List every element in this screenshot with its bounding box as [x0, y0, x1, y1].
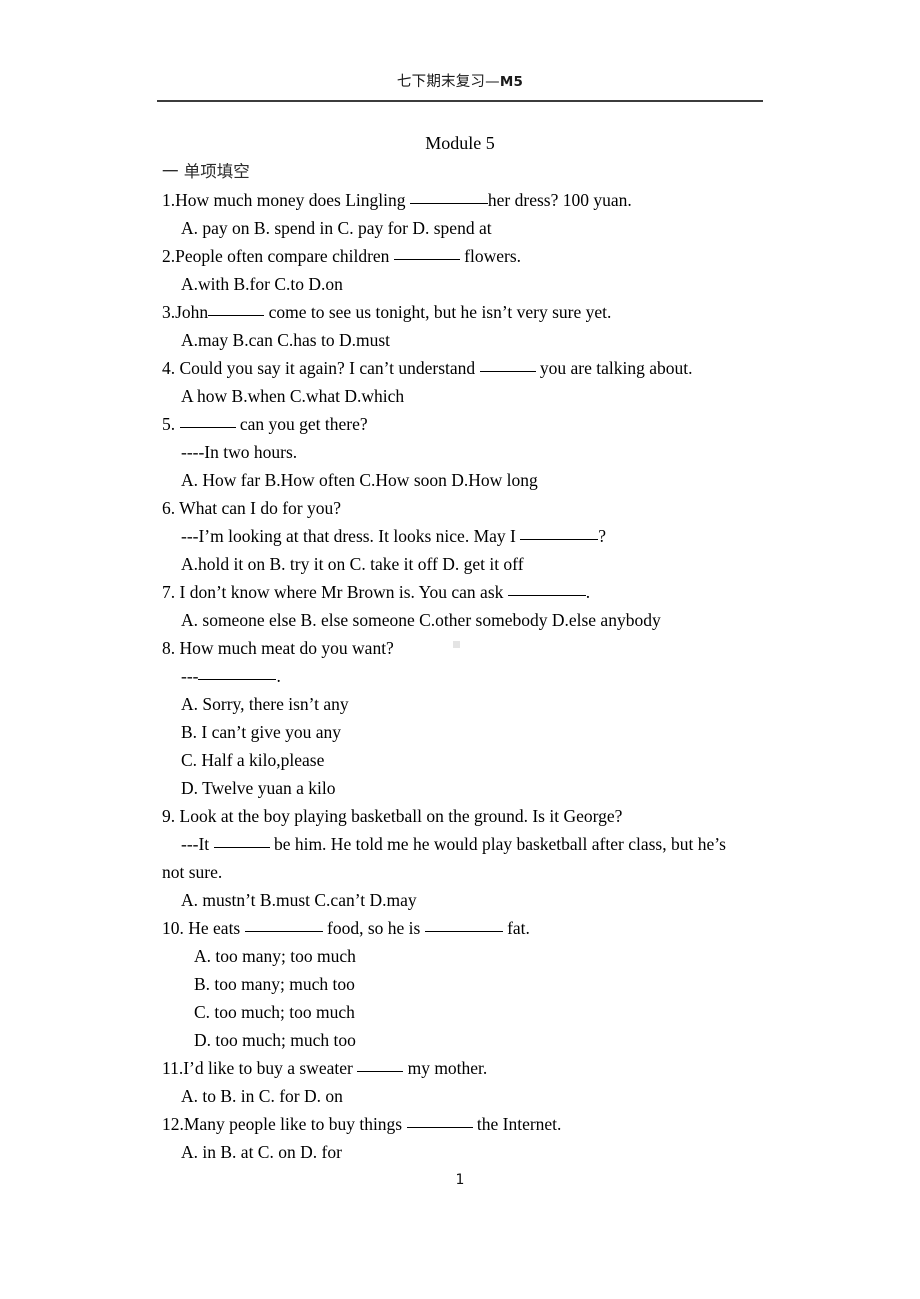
question-8-option-a: A. Sorry, there isn’t any [181, 694, 349, 714]
running-header-dash: — [485, 74, 500, 90]
question-9-reply: ---It be him. He told me he would play b… [181, 830, 782, 858]
question-9-reply-post: be him. He told me he would play basketb… [269, 834, 726, 854]
header-divider-rule [157, 100, 763, 102]
question-10-option-d: D. too much; much too [194, 1030, 356, 1050]
question-12-stem-pre: 12.Many people like to buy things [162, 1114, 407, 1134]
question-6-reply: ---I’m looking at that dress. It looks n… [181, 522, 782, 550]
question-11-stem-pre: 11.I’d like to buy a sweater [162, 1058, 358, 1078]
blank-underline [213, 834, 270, 848]
question-2-stem-post: flowers. [459, 246, 522, 266]
question-7-stem: 7. I don’t know where Mr Brown is. You c… [162, 578, 782, 606]
question-3-options: A.may B.can C.has to D.must [181, 330, 391, 350]
blank-underline [409, 190, 488, 204]
question-10-option-c: C. too much; too much [194, 1002, 355, 1022]
running-header-title-cn: 七下期末复习 [396, 74, 486, 90]
section-heading-multiple-choice: 一 单项填空 [162, 162, 250, 181]
question-8-option-b: B. I can’t give you any [181, 722, 342, 742]
blank-underline [357, 1058, 404, 1072]
question-4-options: A how B.when C.what D.which [181, 386, 405, 406]
blank-underline [479, 358, 536, 372]
question-6-options: A.hold it on B. try it on C. take it off… [181, 554, 524, 574]
question-2-options: A.with B.for C.to D.on [181, 274, 343, 294]
question-2-stem-pre: 2.People often compare children [162, 246, 394, 266]
question-4-stem-pre: 4. Could you say it again? I can’t under… [162, 358, 480, 378]
question-2-stem: 2.People often compare children flowers. [162, 242, 782, 270]
worksheet-body: 一 单项填空 1.How much money does Lingling he… [162, 158, 782, 1166]
blank-underline [424, 918, 503, 932]
question-7-options: A. someone else B. else someone C.other … [181, 610, 661, 630]
question-11-options: A. to B. in C. for D. on [181, 1086, 343, 1106]
running-header-title: 七下期末复习—M5 [157, 72, 763, 92]
question-5-stem-post: can you get there? [235, 414, 368, 434]
blank-underline [244, 918, 323, 932]
question-12-stem: 12.Many people like to buy things the In… [162, 1110, 782, 1138]
question-11-stem-post: my mother. [403, 1058, 488, 1078]
page-title: Module 5 [425, 133, 495, 153]
question-10-stem-pre: 10. He eats [162, 918, 245, 938]
question-6-stem: 6. What can I do for you? [162, 498, 341, 518]
question-5-reply: ----In two hours. [181, 442, 298, 462]
question-7-stem-post: . [585, 582, 591, 602]
scan-artifact-mark [453, 641, 460, 648]
question-9-reply-continuation: not sure. [162, 862, 223, 882]
question-9-options: A. mustn’t B.must C.can’t D.may [181, 890, 417, 910]
question-5-stem-pre: 5. [162, 414, 180, 434]
question-8-reply: ---. [181, 662, 782, 690]
question-1-stem-post: her dress? 100 yuan. [487, 190, 632, 210]
question-8-reply-pre: --- [181, 666, 199, 686]
blank-underline [406, 1114, 473, 1128]
question-10-stem-mid: food, so he is [322, 918, 425, 938]
blank-underline [393, 246, 460, 260]
question-8-option-d: D. Twelve yuan a kilo [181, 778, 336, 798]
question-5-stem: 5. can you get there? [162, 410, 782, 438]
question-6-reply-post: ? [598, 526, 607, 546]
page-number: 1 [455, 1172, 465, 1188]
question-9-stem: 9. Look at the boy playing basketball on… [162, 806, 623, 826]
running-header-module: M5 [499, 74, 524, 90]
question-1-options: A. pay on B. spend in C. pay for D. spen… [181, 218, 492, 238]
question-10-option-b: B. too many; much too [194, 974, 355, 994]
blank-underline [208, 302, 265, 316]
question-12-stem-post: the Internet. [472, 1114, 562, 1134]
question-3-stem: 3.John come to see us tonight, but he is… [162, 298, 782, 326]
question-10-stem: 10. He eats food, so he is fat. [162, 914, 782, 942]
running-header: 七下期末复习—M5 [157, 72, 763, 92]
question-8-option-c: C. Half a kilo,please [181, 750, 325, 770]
question-7-stem-pre: 7. I don’t know where Mr Brown is. You c… [162, 582, 508, 602]
question-4-stem-post: you are talking about. [535, 358, 693, 378]
question-5-options: A. How far B.How often C.How soon D.How … [181, 470, 538, 490]
document-page: 七下期末复习—M5 Module 5 一 单项填空 1.How much mon… [0, 0, 920, 1299]
question-10-option-a: A. too many; too much [194, 946, 356, 966]
question-8-reply-post: . [276, 666, 281, 686]
question-8-stem: 8. How much meat do you want? [162, 638, 394, 658]
question-3-stem-pre: 3.John [162, 302, 209, 322]
blank-underline [179, 414, 236, 428]
blank-underline [507, 582, 586, 596]
question-9-reply-pre: ---It [181, 834, 214, 854]
question-10-stem-post: fat. [502, 918, 530, 938]
question-4-stem: 4. Could you say it again? I can’t under… [162, 354, 782, 382]
question-11-stem: 11.I’d like to buy a sweater my mother. [162, 1054, 782, 1082]
blank-underline [198, 666, 277, 680]
question-1-stem: 1.How much money does Lingling her dress… [162, 186, 782, 214]
question-6-reply-pre: ---I’m looking at that dress. It looks n… [181, 526, 521, 546]
blank-underline [520, 526, 599, 540]
question-3-stem-post: come to see us tonight, but he isn’t ver… [264, 302, 612, 322]
question-12-options: A. in B. at C. on D. for [181, 1142, 342, 1162]
question-1-stem-pre: 1.How much money does Lingling [162, 190, 410, 210]
